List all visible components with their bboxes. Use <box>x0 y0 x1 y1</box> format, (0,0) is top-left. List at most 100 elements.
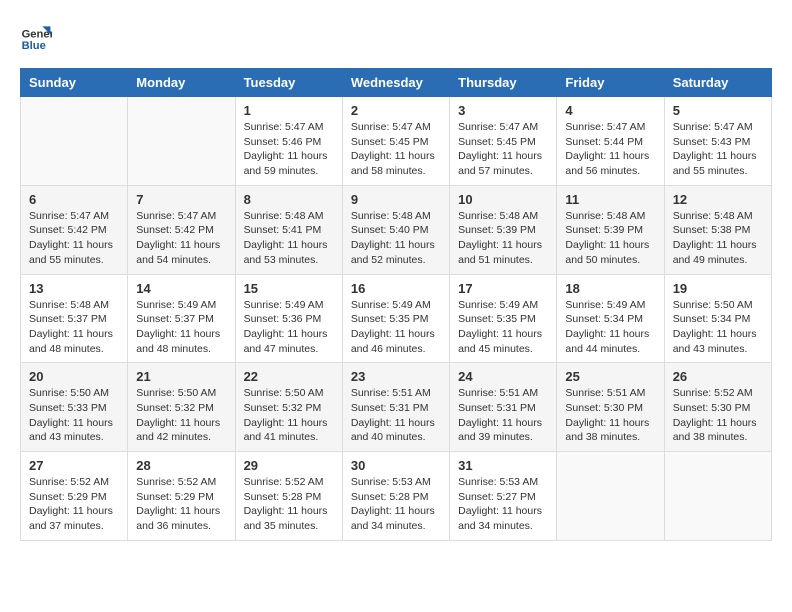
day-number: 9 <box>351 192 441 207</box>
day-info: Sunrise: 5:52 AM Sunset: 5:28 PM Dayligh… <box>244 475 334 534</box>
logo: General Blue <box>20 20 52 52</box>
calendar-cell: 8 Sunrise: 5:48 AM Sunset: 5:41 PM Daylig… <box>235 185 342 274</box>
calendar-cell: 19 Sunrise: 5:50 AM Sunset: 5:34 PM Dayli… <box>664 274 771 363</box>
calendar-cell <box>557 452 664 541</box>
calendar-cell: 6 Sunrise: 5:47 AM Sunset: 5:42 PM Daylig… <box>21 185 128 274</box>
calendar-week-row: 6 Sunrise: 5:47 AM Sunset: 5:42 PM Daylig… <box>21 185 772 274</box>
day-number: 25 <box>565 369 655 384</box>
day-info: Sunrise: 5:52 AM Sunset: 5:30 PM Dayligh… <box>673 386 763 445</box>
day-number: 6 <box>29 192 119 207</box>
day-info: Sunrise: 5:50 AM Sunset: 5:33 PM Dayligh… <box>29 386 119 445</box>
day-number: 20 <box>29 369 119 384</box>
day-info: Sunrise: 5:47 AM Sunset: 5:42 PM Dayligh… <box>29 209 119 268</box>
day-info: Sunrise: 5:53 AM Sunset: 5:28 PM Dayligh… <box>351 475 441 534</box>
day-info: Sunrise: 5:49 AM Sunset: 5:36 PM Dayligh… <box>244 298 334 357</box>
calendar-cell: 28 Sunrise: 5:52 AM Sunset: 5:29 PM Dayli… <box>128 452 235 541</box>
day-info: Sunrise: 5:47 AM Sunset: 5:46 PM Dayligh… <box>244 120 334 179</box>
day-number: 22 <box>244 369 334 384</box>
calendar-cell: 12Sunrise: 5:48 AM Sunset: 5:38 PM Dayli… <box>664 185 771 274</box>
calendar-cell: 22 Sunrise: 5:50 AM Sunset: 5:32 PM Dayli… <box>235 363 342 452</box>
calendar-week-row: 1 Sunrise: 5:47 AM Sunset: 5:46 PM Daylig… <box>21 97 772 186</box>
calendar-cell: 10Sunrise: 5:48 AM Sunset: 5:39 PM Dayli… <box>450 185 557 274</box>
day-number: 1 <box>244 103 334 118</box>
day-number: 23 <box>351 369 441 384</box>
day-number: 18 <box>565 281 655 296</box>
calendar-cell: 27 Sunrise: 5:52 AM Sunset: 5:29 PM Dayli… <box>21 452 128 541</box>
day-number: 7 <box>136 192 226 207</box>
day-number: 2 <box>351 103 441 118</box>
day-number: 17 <box>458 281 548 296</box>
day-info: Sunrise: 5:48 AM Sunset: 5:38 PM Dayligh… <box>673 209 763 268</box>
day-info: Sunrise: 5:47 AM Sunset: 5:42 PM Dayligh… <box>136 209 226 268</box>
calendar-week-row: 27 Sunrise: 5:52 AM Sunset: 5:29 PM Dayli… <box>21 452 772 541</box>
day-info: Sunrise: 5:47 AM Sunset: 5:45 PM Dayligh… <box>458 120 548 179</box>
day-info: Sunrise: 5:48 AM Sunset: 5:40 PM Dayligh… <box>351 209 441 268</box>
day-info: Sunrise: 5:47 AM Sunset: 5:44 PM Dayligh… <box>565 120 655 179</box>
calendar-cell: 18 Sunrise: 5:49 AM Sunset: 5:34 PM Dayli… <box>557 274 664 363</box>
day-number: 11 <box>565 192 655 207</box>
day-info: Sunrise: 5:47 AM Sunset: 5:45 PM Dayligh… <box>351 120 441 179</box>
weekday-header-friday: Friday <box>557 69 664 97</box>
day-info: Sunrise: 5:51 AM Sunset: 5:31 PM Dayligh… <box>351 386 441 445</box>
calendar-cell: 23 Sunrise: 5:51 AM Sunset: 5:31 PM Dayli… <box>342 363 449 452</box>
calendar-cell: 5 Sunrise: 5:47 AM Sunset: 5:43 PM Daylig… <box>664 97 771 186</box>
calendar-cell <box>128 97 235 186</box>
day-number: 4 <box>565 103 655 118</box>
calendar-cell: 7 Sunrise: 5:47 AM Sunset: 5:42 PM Daylig… <box>128 185 235 274</box>
calendar-cell: 9 Sunrise: 5:48 AM Sunset: 5:40 PM Daylig… <box>342 185 449 274</box>
calendar-week-row: 13 Sunrise: 5:48 AM Sunset: 5:37 PM Dayli… <box>21 274 772 363</box>
day-info: Sunrise: 5:52 AM Sunset: 5:29 PM Dayligh… <box>136 475 226 534</box>
weekday-header-monday: Monday <box>128 69 235 97</box>
day-number: 28 <box>136 458 226 473</box>
calendar-cell: 11 Sunrise: 5:48 AM Sunset: 5:39 PM Dayli… <box>557 185 664 274</box>
calendar-cell <box>664 452 771 541</box>
calendar-body: 1 Sunrise: 5:47 AM Sunset: 5:46 PM Daylig… <box>21 97 772 541</box>
calendar-cell: 4 Sunrise: 5:47 AM Sunset: 5:44 PM Daylig… <box>557 97 664 186</box>
calendar-cell: 21Sunrise: 5:50 AM Sunset: 5:32 PM Dayli… <box>128 363 235 452</box>
day-number: 29 <box>244 458 334 473</box>
calendar-cell: 15Sunrise: 5:49 AM Sunset: 5:36 PM Dayli… <box>235 274 342 363</box>
logo-icon: General Blue <box>20 20 52 52</box>
day-info: Sunrise: 5:48 AM Sunset: 5:39 PM Dayligh… <box>458 209 548 268</box>
day-info: Sunrise: 5:52 AM Sunset: 5:29 PM Dayligh… <box>29 475 119 534</box>
weekday-header-thursday: Thursday <box>450 69 557 97</box>
day-info: Sunrise: 5:49 AM Sunset: 5:35 PM Dayligh… <box>458 298 548 357</box>
weekday-header-wednesday: Wednesday <box>342 69 449 97</box>
day-info: Sunrise: 5:49 AM Sunset: 5:34 PM Dayligh… <box>565 298 655 357</box>
calendar-cell <box>21 97 128 186</box>
day-info: Sunrise: 5:50 AM Sunset: 5:32 PM Dayligh… <box>244 386 334 445</box>
calendar-cell: 29 Sunrise: 5:52 AM Sunset: 5:28 PM Dayli… <box>235 452 342 541</box>
day-info: Sunrise: 5:50 AM Sunset: 5:34 PM Dayligh… <box>673 298 763 357</box>
weekday-header-tuesday: Tuesday <box>235 69 342 97</box>
day-number: 3 <box>458 103 548 118</box>
calendar-cell: 13 Sunrise: 5:48 AM Sunset: 5:37 PM Dayli… <box>21 274 128 363</box>
day-info: Sunrise: 5:48 AM Sunset: 5:37 PM Dayligh… <box>29 298 119 357</box>
day-info: Sunrise: 5:49 AM Sunset: 5:35 PM Dayligh… <box>351 298 441 357</box>
page-header: General Blue <box>20 20 772 52</box>
day-info: Sunrise: 5:48 AM Sunset: 5:41 PM Dayligh… <box>244 209 334 268</box>
calendar-cell: 3 Sunrise: 5:47 AM Sunset: 5:45 PM Daylig… <box>450 97 557 186</box>
svg-text:Blue: Blue <box>22 40 46 52</box>
weekday-header-saturday: Saturday <box>664 69 771 97</box>
calendar-week-row: 20 Sunrise: 5:50 AM Sunset: 5:33 PM Dayli… <box>21 363 772 452</box>
day-info: Sunrise: 5:49 AM Sunset: 5:37 PM Dayligh… <box>136 298 226 357</box>
day-number: 31 <box>458 458 548 473</box>
calendar-cell: 30Sunrise: 5:53 AM Sunset: 5:28 PM Dayli… <box>342 452 449 541</box>
day-info: Sunrise: 5:48 AM Sunset: 5:39 PM Dayligh… <box>565 209 655 268</box>
calendar-cell: 20 Sunrise: 5:50 AM Sunset: 5:33 PM Dayli… <box>21 363 128 452</box>
day-info: Sunrise: 5:53 AM Sunset: 5:27 PM Dayligh… <box>458 475 548 534</box>
day-number: 19 <box>673 281 763 296</box>
day-info: Sunrise: 5:47 AM Sunset: 5:43 PM Dayligh… <box>673 120 763 179</box>
day-number: 8 <box>244 192 334 207</box>
day-info: Sunrise: 5:51 AM Sunset: 5:31 PM Dayligh… <box>458 386 548 445</box>
calendar-cell: 16Sunrise: 5:49 AM Sunset: 5:35 PM Dayli… <box>342 274 449 363</box>
day-number: 5 <box>673 103 763 118</box>
calendar-cell: 17 Sunrise: 5:49 AM Sunset: 5:35 PM Dayli… <box>450 274 557 363</box>
day-number: 27 <box>29 458 119 473</box>
calendar-cell: 26 Sunrise: 5:52 AM Sunset: 5:30 PM Dayli… <box>664 363 771 452</box>
calendar-cell: 2 Sunrise: 5:47 AM Sunset: 5:45 PM Daylig… <box>342 97 449 186</box>
day-number: 26 <box>673 369 763 384</box>
calendar-cell: 25Sunrise: 5:51 AM Sunset: 5:30 PM Dayli… <box>557 363 664 452</box>
day-info: Sunrise: 5:50 AM Sunset: 5:32 PM Dayligh… <box>136 386 226 445</box>
day-number: 13 <box>29 281 119 296</box>
